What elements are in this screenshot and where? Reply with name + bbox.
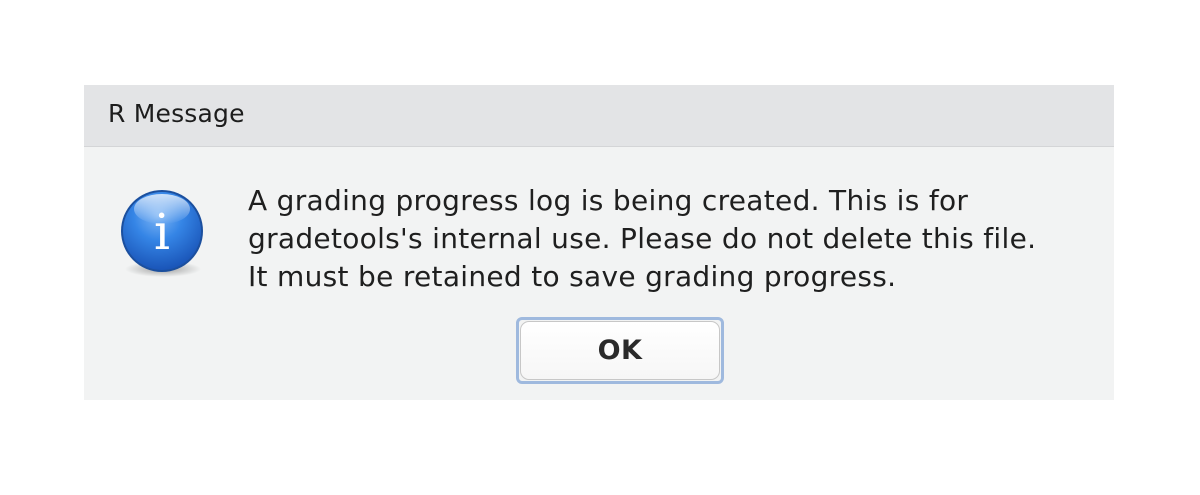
ok-button-face[interactable]: OK — [520, 321, 720, 380]
ok-button[interactable]: OK — [516, 317, 724, 384]
dialog-title: R Message — [108, 99, 245, 128]
ok-button-label: OK — [597, 335, 643, 366]
message-line: gradetools's internal use. Please do not… — [248, 222, 1037, 255]
info-glyph: i — [154, 203, 170, 261]
message-line: A grading progress log is being created.… — [248, 184, 969, 217]
r-message-dialog: R Message i A grading progress log is be… — [84, 85, 1114, 400]
title-bar[interactable]: R Message — [84, 85, 1114, 147]
message-text: A grading progress log is being created.… — [248, 182, 1108, 296]
info-icon: i — [121, 190, 203, 277]
message-line: It must be retained to save grading prog… — [248, 260, 897, 293]
